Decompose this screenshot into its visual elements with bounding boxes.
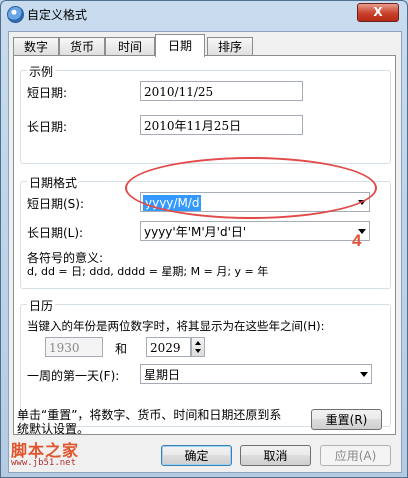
- custom-format-dialog: 自定义格式 X 数字 货币 时间 日期 排序 示例 短日期: 2010/11/2…: [0, 0, 408, 478]
- tab-date[interactable]: 日期: [155, 34, 205, 57]
- title-bar[interactable]: 自定义格式 X: [1, 1, 407, 27]
- globe-icon: [7, 6, 24, 23]
- first-day-value[interactable]: 星期日: [144, 367, 180, 383]
- annotation-number: 4: [352, 231, 362, 250]
- end-year-field[interactable]: 2029: [146, 337, 191, 357]
- short-date-format-label: 短日期(S):: [27, 197, 85, 211]
- short-date-example-field: 2010/11/25: [140, 81, 303, 101]
- long-date-example-label: 长日期:: [27, 120, 68, 134]
- spin-down-icon[interactable]: [195, 349, 201, 353]
- apply-button: 应用(A): [320, 445, 391, 466]
- ok-button[interactable]: 确定: [161, 445, 232, 466]
- cancel-button[interactable]: 取消: [240, 445, 311, 466]
- two-digit-year-label: 当键入的年份是两位数字时，将其显示为在这些年之间(H):: [27, 319, 325, 333]
- first-day-combo[interactable]: 星期日: [140, 364, 372, 384]
- long-date-format-label: 长日期(L):: [27, 226, 84, 240]
- reset-description-line2: 统默认设置。: [17, 422, 90, 436]
- window-title: 自定义格式: [27, 8, 88, 22]
- close-button[interactable]: X: [357, 3, 399, 22]
- dialog-client-area: 数字 货币 时间 日期 排序 示例 短日期: 2010/11/25 长日期: 2…: [8, 31, 402, 473]
- tab-sort[interactable]: 排序: [207, 37, 253, 56]
- dropdown-arrow-icon[interactable]: [360, 372, 368, 377]
- watermark-url: www.jb51.net: [11, 458, 77, 468]
- date-tab-panel: 示例 短日期: 2010/11/25 长日期: 2010年11月25日 日期格式…: [13, 55, 396, 435]
- spin-up-icon[interactable]: [195, 341, 201, 345]
- short-date-example-label: 短日期:: [27, 86, 68, 100]
- example-group-label: 示例: [27, 63, 56, 80]
- calendar-group-label: 日历: [27, 297, 56, 314]
- long-date-example-field: 2010年11月25日: [140, 115, 303, 135]
- symbol-legend-text: d, dd = 日; ddd, dddd = 星期; M = 月; y = 年: [27, 265, 269, 278]
- start-year-field: 1930: [45, 337, 103, 357]
- tab-currency[interactable]: 货币: [59, 37, 105, 56]
- tab-number[interactable]: 数字: [13, 37, 59, 56]
- reset-button[interactable]: 重置(R): [311, 409, 382, 430]
- end-year-spinner[interactable]: [191, 337, 205, 357]
- date-format-group-label: 日期格式: [27, 174, 80, 191]
- first-day-label: 一周的第一天(F):: [27, 369, 120, 383]
- tab-time[interactable]: 时间: [105, 37, 155, 56]
- long-date-format-value[interactable]: yyyy'年'M'月'd'日': [144, 224, 246, 240]
- and-label: 和: [115, 342, 128, 356]
- long-date-format-combo[interactable]: yyyy'年'M'月'd'日': [140, 221, 370, 241]
- example-group: 示例 短日期: 2010/11/25 长日期: 2010年11月25日: [20, 63, 391, 164]
- annotation-ellipse: [125, 157, 377, 219]
